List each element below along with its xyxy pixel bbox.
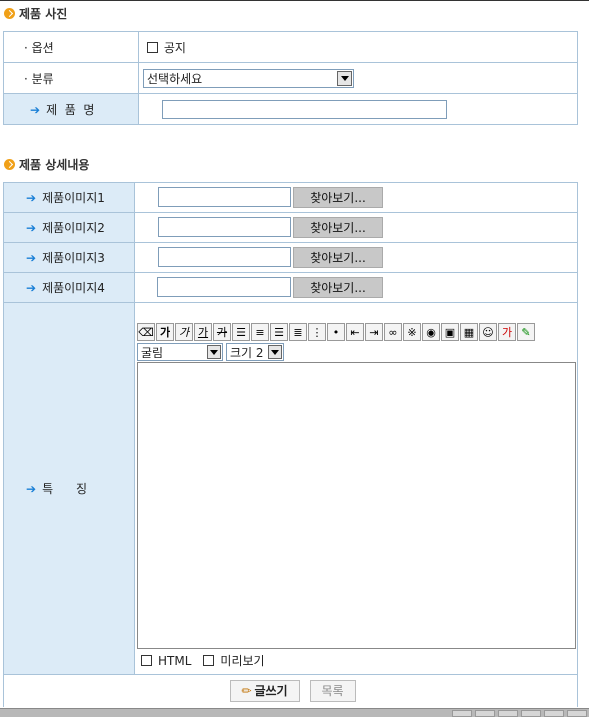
align-center-icon[interactable]: ≡ xyxy=(251,323,269,341)
status-segment xyxy=(567,710,587,717)
top-divider xyxy=(0,0,589,1)
emoticon-icon[interactable]: ☺ xyxy=(479,323,497,341)
image-row: ➔ 제품이미지4 찾아보기... xyxy=(3,272,578,303)
picture-icon[interactable]: ▣ xyxy=(441,323,459,341)
feature-label-cell: ➔ 특 징 xyxy=(3,302,135,675)
option-label-cell: · 옵션 xyxy=(3,31,139,63)
arrow-right-icon: ➔ xyxy=(26,221,37,235)
unordered-list-icon[interactable]: • xyxy=(327,323,345,341)
italic-icon[interactable]: 가 xyxy=(175,323,193,341)
status-segment xyxy=(452,710,472,717)
detail-form: ➔ 제품이미지1 찾아보기... ➔ 제품이미지2 찾아보기... ➔ 제품이미지3 … xyxy=(3,182,578,707)
arrow-right-icon: ➔ xyxy=(26,191,37,205)
browse-button-4[interactable]: 찾아보기... xyxy=(293,277,383,298)
photo-form: · 옵션 공지 · 분류 선택하세요 ➔ 제 품 명 xyxy=(3,31,578,125)
notice-checkbox[interactable] xyxy=(147,41,158,53)
image-icon[interactable]: ◉ xyxy=(422,323,440,341)
highlight-icon[interactable]: ✎ xyxy=(517,323,535,341)
write-button[interactable]: ✏ 글쓰기 xyxy=(229,679,300,702)
arrow-right-icon: ➔ xyxy=(26,281,37,295)
category-select[interactable]: 선택하세요 xyxy=(143,68,354,88)
category-label-cell: · 분류 xyxy=(3,62,139,94)
html-checkbox[interactable] xyxy=(141,655,152,666)
pencil-icon: ✏ xyxy=(241,683,252,698)
image4-file-input[interactable] xyxy=(157,277,291,297)
preview-checkbox[interactable] xyxy=(203,655,215,666)
image-row: ➔ 제품이미지3 찾아보기... xyxy=(3,242,578,273)
indent-icon[interactable]: ⇥ xyxy=(365,323,383,341)
image1-file-input[interactable] xyxy=(158,187,291,207)
html-label: HTML xyxy=(158,653,192,668)
size-select[interactable]: 크기 2 xyxy=(226,343,284,361)
editor-toolbar: ⌫ 가 가 가 가 ☰ ≡ ☰ ≣ ⋮ • ⇤ ⇥ ∞ ※ ◉ ▣ ▦ ☺ 가 xyxy=(137,323,577,341)
list-button[interactable]: 목록 xyxy=(309,679,356,702)
table-icon[interactable]: ▦ xyxy=(460,323,478,341)
underline-icon[interactable]: 가 xyxy=(194,323,212,341)
image2-file-input[interactable] xyxy=(158,217,291,237)
section-title-detail: 제품 상세내용 xyxy=(4,156,89,173)
arrow-right-icon: ➔ xyxy=(26,482,37,496)
text-color-icon[interactable]: 가 xyxy=(498,323,516,341)
bullet-icon xyxy=(4,8,15,19)
status-segment xyxy=(475,710,495,717)
eraser-icon[interactable]: ⌫ xyxy=(137,323,155,341)
arrow-right-icon: ➔ xyxy=(30,102,41,117)
chevron-down-icon xyxy=(337,70,352,86)
bold-icon[interactable]: 가 xyxy=(156,323,174,341)
image-row: ➔ 제품이미지1 찾아보기... xyxy=(3,182,578,213)
outdent-icon[interactable]: ⇤ xyxy=(346,323,364,341)
chevron-down-icon xyxy=(207,345,221,359)
font-select[interactable]: 굴림 xyxy=(137,343,223,361)
browse-button-3[interactable]: 찾아보기... xyxy=(293,247,383,268)
product-name-input[interactable] xyxy=(162,99,447,119)
strikethrough-icon[interactable]: 가 xyxy=(213,323,231,341)
preview-label: 미리보기 xyxy=(220,654,265,668)
arrow-right-icon: ➔ xyxy=(26,251,37,265)
editor-textarea[interactable] xyxy=(137,362,576,649)
status-segment xyxy=(521,710,541,717)
chevron-down-icon xyxy=(268,345,282,359)
unlink-icon[interactable]: ※ xyxy=(403,323,421,341)
bullet-icon xyxy=(4,159,15,170)
image-row: ➔ 제품이미지2 찾아보기... xyxy=(3,212,578,243)
align-left-icon[interactable]: ☰ xyxy=(232,323,250,341)
status-segment xyxy=(498,710,518,717)
align-right-icon[interactable]: ☰ xyxy=(270,323,288,341)
image3-file-input[interactable] xyxy=(158,247,291,267)
browse-button-1[interactable]: 찾아보기... xyxy=(293,187,383,208)
section-title-photo: 제품 사진 xyxy=(4,5,67,22)
status-segment xyxy=(544,710,564,717)
product-name-label-cell: ➔ 제 품 명 xyxy=(3,93,139,125)
ordered-list-icon[interactable]: ⋮ xyxy=(308,323,326,341)
justify-icon[interactable]: ≣ xyxy=(289,323,307,341)
notice-label: 공지 xyxy=(163,40,186,55)
link-icon[interactable]: ∞ xyxy=(384,323,402,341)
browse-button-2[interactable]: 찾아보기... xyxy=(293,217,383,238)
